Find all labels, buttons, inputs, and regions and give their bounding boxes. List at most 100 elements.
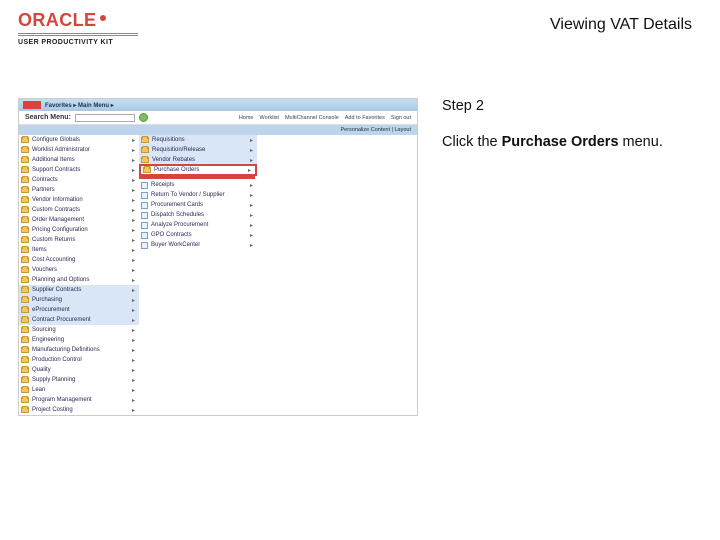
breadcrumb[interactable]: Favorites ▸ Main Menu ▸: [45, 102, 114, 109]
nav-item[interactable]: Items▸: [19, 245, 139, 255]
nav-item[interactable]: Worklist Administrator▸: [19, 145, 139, 155]
search-label: Search Menu:: [25, 114, 71, 121]
nav-item[interactable]: Contracts▸: [19, 175, 139, 185]
brand-sub: USER PRODUCTIVITY KIT: [18, 39, 138, 46]
nav-item[interactable]: eProcurement▸: [19, 305, 139, 315]
nav-item[interactable]: Cost Accounting▸: [19, 255, 139, 265]
folder-icon: [21, 357, 29, 363]
link-signout[interactable]: Sign out: [391, 115, 411, 121]
personalize-row[interactable]: Personalize Content | Layout: [19, 125, 417, 135]
folder-icon: [21, 217, 29, 223]
link-worklist[interactable]: Worklist: [259, 115, 278, 121]
folder-icon: [21, 317, 29, 323]
nav-col-2: Requisitions▸Requisition/Release▸Vendor …: [139, 135, 257, 415]
brand-name: ORACLE: [18, 10, 96, 31]
submenu-item[interactable]: Receipts▸: [139, 180, 257, 190]
page-icon: [141, 242, 148, 249]
app-topbar: Favorites ▸ Main Menu ▸: [19, 99, 417, 111]
search-input[interactable]: [75, 114, 135, 122]
screenshot: Favorites ▸ Main Menu ▸ Search Menu: Hom…: [18, 98, 418, 416]
nav-item[interactable]: Sourcing▸: [19, 325, 139, 335]
brand-dot-icon: [100, 15, 106, 21]
nav-item[interactable]: Vendor Information▸: [19, 195, 139, 205]
nav-item[interactable]: Project Costing▸: [19, 405, 139, 415]
app-logo-icon: [23, 101, 41, 109]
nav-item[interactable]: Partners▸: [19, 185, 139, 195]
folder-icon: [21, 197, 29, 203]
folder-icon: [21, 307, 29, 313]
search-go-icon[interactable]: [139, 113, 148, 122]
folder-icon: [21, 187, 29, 193]
folder-icon: [141, 157, 149, 163]
nav-item[interactable]: Purchasing▸: [19, 295, 139, 305]
folder-icon: [141, 137, 149, 143]
page-icon: [141, 202, 148, 209]
folder-icon: [21, 157, 29, 163]
folder-icon: [21, 397, 29, 403]
nav-item[interactable]: Vouchers▸: [19, 265, 139, 275]
nav-item[interactable]: Manufacturing Definitions▸: [19, 345, 139, 355]
submenu-item[interactable]: Buyer WorkCenter▸: [139, 240, 257, 250]
nav-item[interactable]: Contract Procurement▸: [19, 315, 139, 325]
folder-icon: [21, 327, 29, 333]
nav-item[interactable]: Pricing Configuration▸: [19, 225, 139, 235]
folder-icon: [21, 247, 29, 253]
submenu-item[interactable]: GPO Contracts▸: [139, 230, 257, 240]
nav-item[interactable]: Order Management▸: [19, 215, 139, 225]
folder-icon: [21, 407, 29, 413]
submenu-item[interactable]: Requisition/Release▸: [139, 145, 257, 155]
page-icon: [141, 232, 148, 239]
folder-icon: [21, 337, 29, 343]
instructions: Step 2 Click the Purchase Orders menu.: [442, 98, 692, 416]
page-icon: [141, 182, 148, 189]
page-icon: [141, 222, 148, 229]
folder-icon: [143, 167, 151, 173]
submenu-item[interactable]: Analyze Procurement▸: [139, 220, 257, 230]
app-window: Favorites ▸ Main Menu ▸ Search Menu: Hom…: [18, 98, 418, 416]
nav-item[interactable]: Quality▸: [19, 365, 139, 375]
folder-icon: [21, 377, 29, 383]
step-text: Click the Purchase Orders menu.: [442, 134, 692, 150]
page-title: Viewing VAT Details: [550, 16, 692, 34]
nav-item[interactable]: Support Contracts▸: [19, 165, 139, 175]
page-icon: [141, 192, 148, 199]
search-row: Search Menu: Home Worklist MultiChannel …: [19, 111, 417, 125]
link-fav[interactable]: Add to Favorites: [345, 115, 385, 121]
brand-logo: ORACLE: [18, 10, 138, 31]
submenu-item[interactable]: Requisitions▸: [139, 135, 257, 145]
nav-item[interactable]: Program Management▸: [19, 395, 139, 405]
folder-icon: [21, 347, 29, 353]
nav-item[interactable]: Production Control▸: [19, 355, 139, 365]
folder-icon: [21, 177, 29, 183]
submenu-item-purchase-orders[interactable]: Purchase Orders▸: [139, 164, 257, 176]
folder-icon: [21, 387, 29, 393]
nav-item[interactable]: Supplier Contracts▸: [19, 285, 139, 295]
nav-item[interactable]: Lean▸: [19, 385, 139, 395]
nav-item[interactable]: Engineering▸: [19, 335, 139, 345]
folder-icon: [141, 147, 149, 153]
folder-icon: [21, 297, 29, 303]
folder-icon: [21, 207, 29, 213]
nav-col-1: Configure Globals▸Worklist Administrator…: [19, 135, 139, 415]
nav-item[interactable]: Additional Items▸: [19, 155, 139, 165]
nav-item[interactable]: Planning and Options▸: [19, 275, 139, 285]
folder-icon: [21, 147, 29, 153]
folder-icon: [21, 367, 29, 373]
link-mcc[interactable]: MultiChannel Console: [285, 115, 339, 121]
page-icon: [141, 212, 148, 219]
folder-icon: [21, 227, 29, 233]
nav-item[interactable]: Custom Contracts▸: [19, 205, 139, 215]
app-body: Configure Globals▸Worklist Administrator…: [19, 135, 417, 415]
folder-icon: [21, 277, 29, 283]
folder-icon: [21, 167, 29, 173]
submenu-item[interactable]: Procurement Cards▸: [139, 200, 257, 210]
folder-icon: [21, 287, 29, 293]
folder-icon: [21, 257, 29, 263]
nav-item[interactable]: Configure Globals▸: [19, 135, 139, 145]
folder-icon: [21, 237, 29, 243]
nav-item[interactable]: Supply Planning▸: [19, 375, 139, 385]
nav-item[interactable]: Custom Returns▸: [19, 235, 139, 245]
link-home[interactable]: Home: [239, 115, 254, 121]
submenu-item[interactable]: Return To Vendor / Supplier▸: [139, 190, 257, 200]
submenu-item[interactable]: Dispatch Schedules▸: [139, 210, 257, 220]
